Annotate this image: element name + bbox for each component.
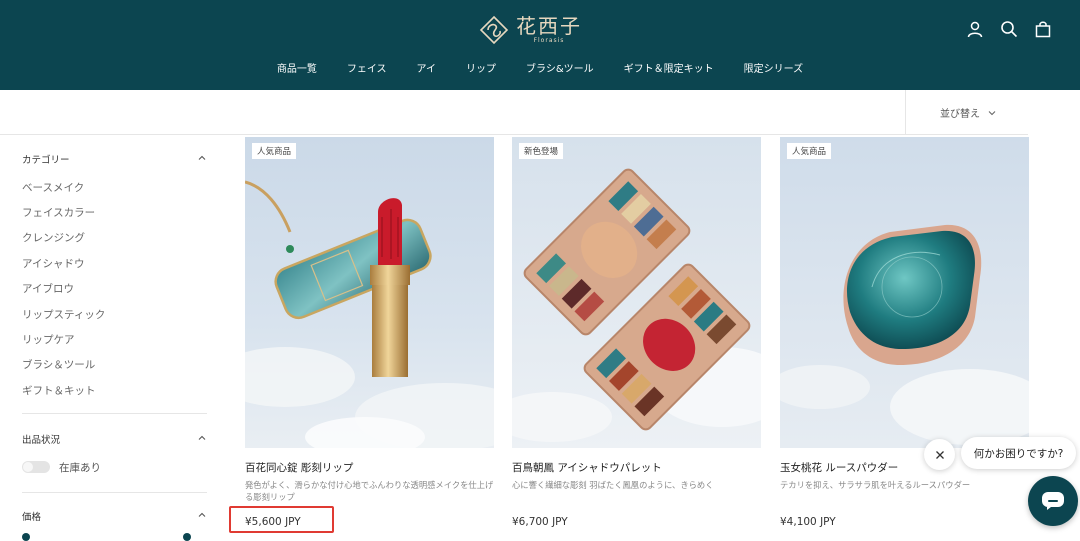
category-item-cleansing[interactable]: クレンジング — [22, 230, 85, 245]
product-description: 心に響く繊細な彫刻 羽ばたく鳳凰のように、きらめく — [512, 480, 714, 490]
category-filter-title[interactable]: カテゴリー — [22, 152, 70, 166]
price-slider-max-handle[interactable] — [183, 533, 191, 541]
close-icon — [935, 450, 944, 459]
brand-name-cn: 花西子 — [516, 14, 582, 38]
chat-launcher-button[interactable] — [1028, 476, 1078, 526]
category-item-brush-tools[interactable]: ブラシ＆ツール — [22, 357, 95, 372]
availability-filter-title[interactable]: 出品状況 — [22, 432, 60, 446]
nav-item-lip[interactable]: リップ — [466, 60, 496, 75]
category-item-eyeshadow[interactable]: アイシャドウ — [22, 256, 84, 271]
product-card-eyeshadow-palette[interactable]: 新色登場 百鳥朝鳳 アイシャドウパレット 心に響く繊細な彫刻 羽ばたく鳳凰のよう… — [512, 137, 761, 528]
category-item-lipstick[interactable]: リップスティック — [22, 307, 105, 322]
product-image[interactable]: 人気商品 — [780, 137, 1029, 448]
product-badge: 人気商品 — [252, 143, 297, 159]
product-image[interactable]: 人気商品 — [245, 137, 494, 448]
sort-divider — [905, 90, 906, 134]
brand-logo[interactable]: 花西子 Florasis — [478, 10, 582, 50]
brand-name-en: Florasis — [533, 37, 565, 44]
account-icon[interactable] — [966, 20, 984, 38]
product-badge: 人気商品 — [787, 143, 832, 159]
logo-mark-icon — [479, 15, 509, 45]
site-header: 花西子 Florasis 商品一覧 フェイス アイ リップ ブラシ&ツール ギフ… — [0, 0, 1080, 90]
main-nav: 商品一覧 フェイス アイ リップ ブラシ&ツール ギフト＆限定キット 限定シリー… — [0, 60, 1080, 75]
price-highlight-box — [229, 506, 334, 533]
nav-item-limited-series[interactable]: 限定シリーズ — [744, 60, 804, 75]
chevron-up-icon[interactable] — [197, 433, 207, 443]
cart-icon[interactable] — [1034, 20, 1052, 38]
nav-item-face[interactable]: フェイス — [347, 60, 387, 75]
nav-item-eye[interactable]: アイ — [417, 60, 437, 75]
product-image[interactable]: 新色登場 — [512, 137, 761, 448]
product-name[interactable]: 百鳥朝鳳 アイシャドウパレット — [512, 460, 761, 475]
nav-item-brush-tools[interactable]: ブラシ&ツール — [526, 60, 594, 75]
product-badge: 新色登場 — [519, 143, 564, 159]
category-item-eyebrow[interactable]: アイブロウ — [22, 281, 74, 296]
sidebar-divider — [22, 413, 207, 414]
sort-dropdown[interactable]: 並び替え — [940, 105, 996, 120]
nav-item-all-products[interactable]: 商品一覧 — [277, 60, 317, 75]
nav-item-gift-kits[interactable]: ギフト＆限定キット — [624, 60, 714, 75]
eyeshadow-palette-product-image — [512, 137, 761, 448]
chevron-up-icon[interactable] — [197, 153, 207, 163]
search-icon[interactable] — [1000, 20, 1018, 38]
category-item-base-makeup[interactable]: ベースメイク — [22, 180, 84, 195]
chat-icon — [1042, 492, 1064, 510]
product-name[interactable]: 百花同心錠 彫刻リップ — [245, 460, 494, 475]
chevron-up-icon[interactable] — [197, 510, 207, 520]
product-description: テカリを抑え、サラサラ肌を叶えるルースパウダー — [780, 480, 971, 490]
chevron-down-icon — [988, 110, 996, 115]
toolbar-divider — [0, 134, 1028, 135]
price-filter-title[interactable]: 価格 — [22, 509, 41, 523]
loose-powder-product-image — [780, 137, 1029, 448]
product-description: 発色がよく、滑らかな付け心地でふんわりな透明感メイクを仕上げる彫刻リップ — [245, 480, 494, 502]
category-item-face-color[interactable]: フェイスカラー — [22, 205, 95, 220]
lipstick-product-image — [245, 137, 494, 448]
product-card-lipstick[interactable]: 人気商品 百花同心錠 彫刻リップ 発色がよく、滑らかな付け心地でふんわりな透明感… — [245, 137, 494, 528]
product-price: ¥6,700 JPY — [512, 516, 568, 528]
product-price: ¥4,100 JPY — [780, 516, 836, 528]
chat-dismiss-button[interactable] — [924, 439, 955, 470]
in-stock-toggle[interactable] — [22, 461, 50, 473]
in-stock-label: 在庫あり — [59, 462, 101, 474]
chat-prompt-bubble[interactable]: 何かお困りですか? — [961, 437, 1076, 469]
toggle-knob — [23, 462, 33, 472]
price-slider-min-handle[interactable] — [22, 533, 30, 541]
category-item-gift-kits[interactable]: ギフト＆キット — [22, 383, 96, 398]
category-item-lip-care[interactable]: リップケア — [22, 332, 75, 347]
sidebar-divider — [22, 492, 207, 493]
sort-label: 並び替え — [940, 109, 980, 120]
